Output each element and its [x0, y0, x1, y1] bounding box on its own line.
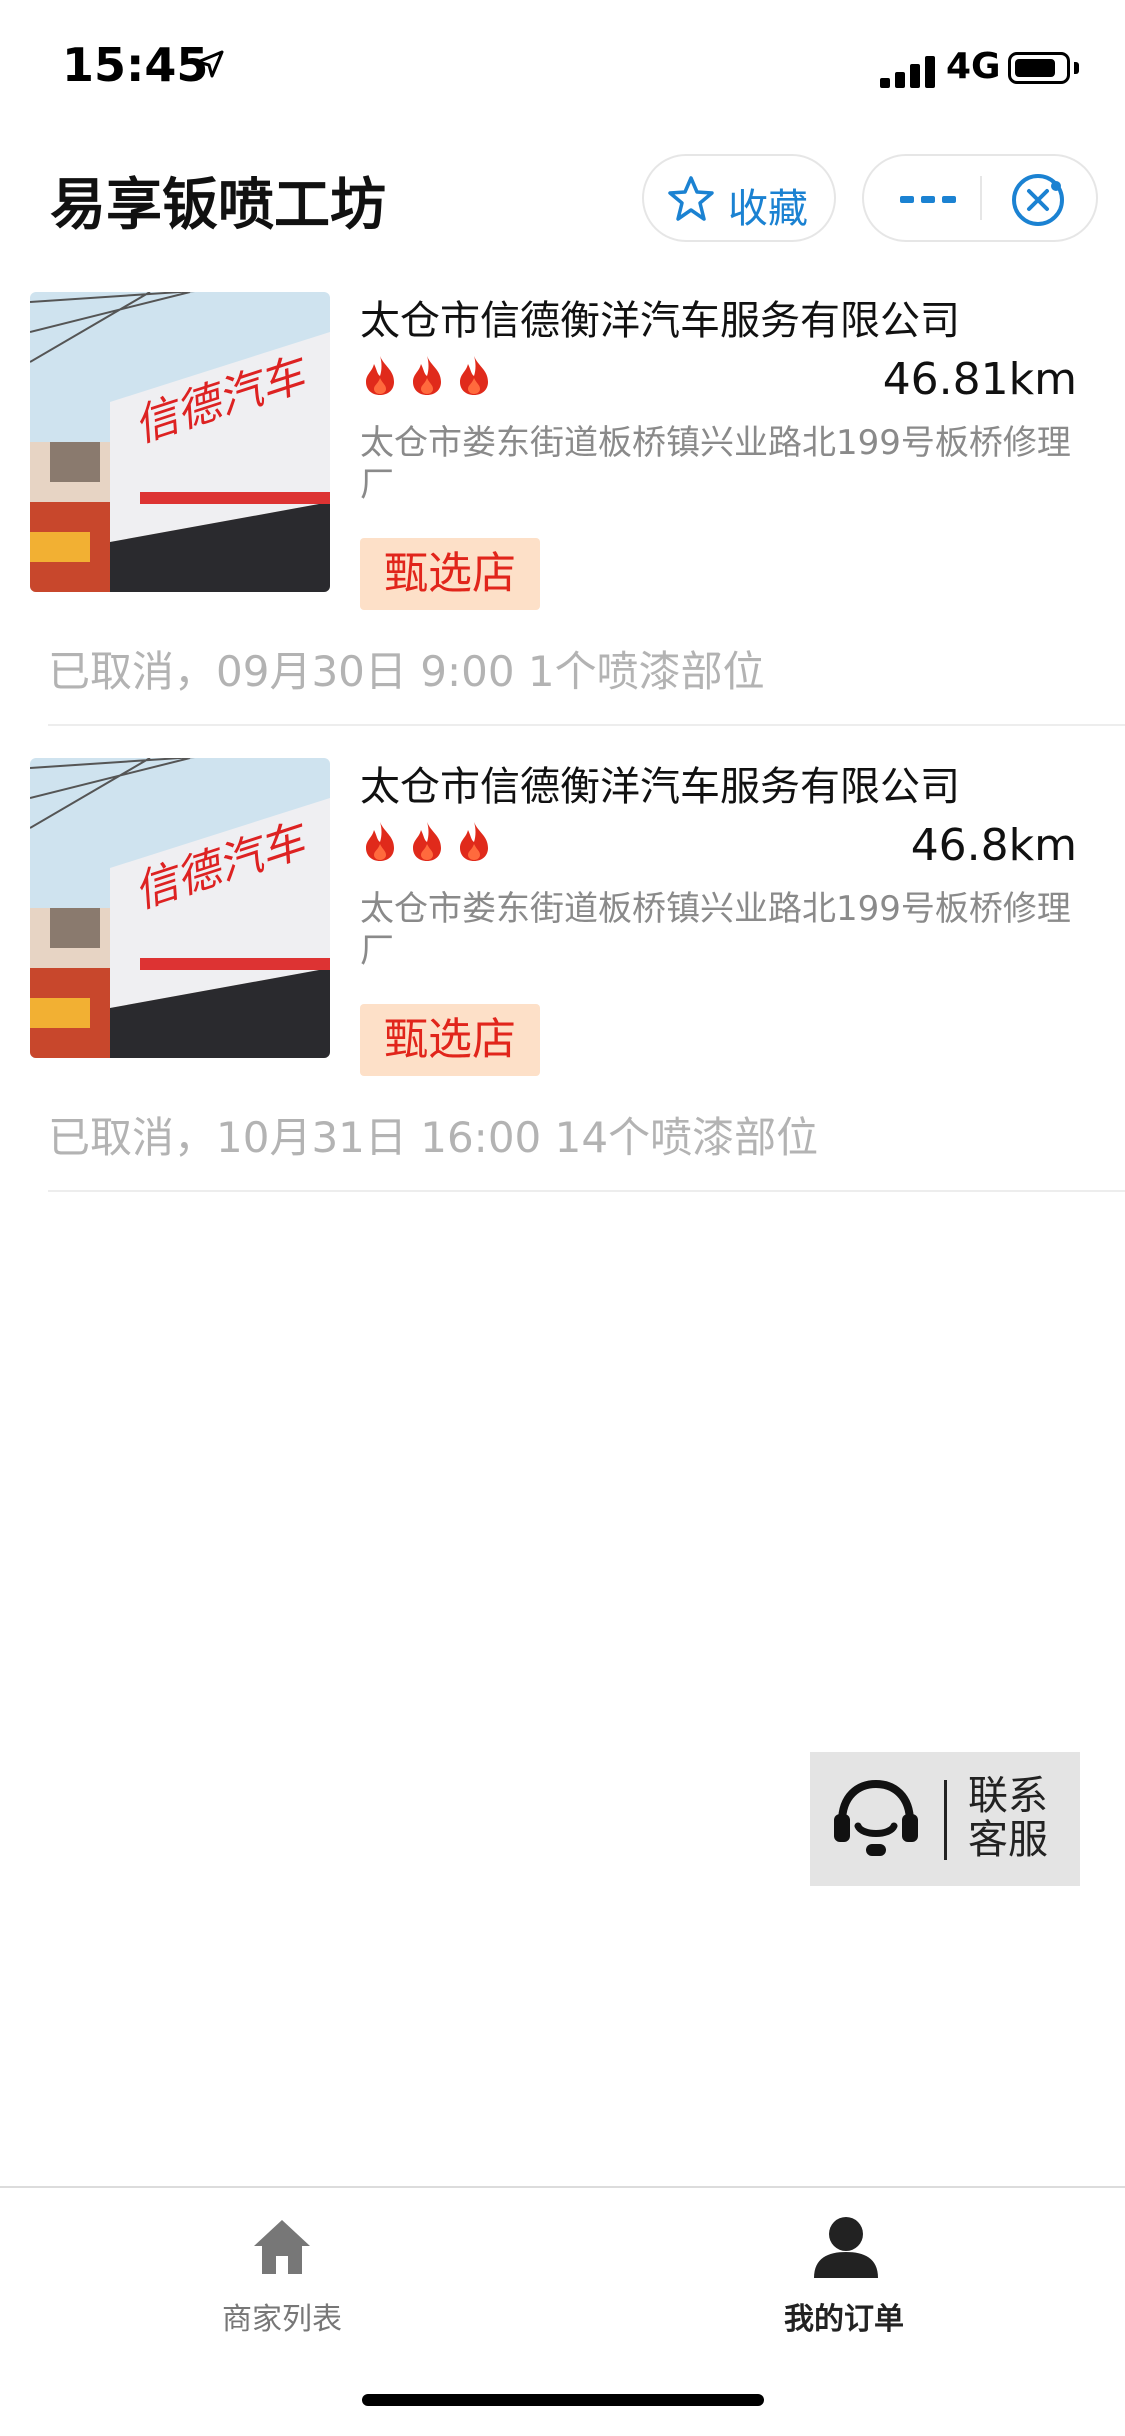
tab-label: 商家列表 [222, 2302, 342, 2337]
order-status: 已取消，09月30日 9:00 1个喷漆部位 [48, 647, 765, 696]
flame-icon [366, 822, 394, 861]
shop-photo: 信德汽车 [30, 758, 330, 1058]
signal-icon [880, 54, 936, 88]
shop-address: 太仓市娄东街道板桥镇兴业路北199号板桥修理厂 [360, 889, 1071, 971]
tab-my-orders[interactable]: 我的订单 [694, 2188, 994, 2338]
distance: 46.81km [882, 354, 1077, 405]
shop-photo: 信德汽车 [30, 292, 330, 592]
user-icon [814, 2217, 878, 2278]
home-icon [254, 2220, 310, 2274]
divider [48, 724, 1125, 726]
shop-address: 太仓市娄东街道板桥镇兴业路北199号板桥修理厂 [360, 423, 1071, 505]
featured-tag: 甄选店 [360, 538, 540, 610]
location-arrow-icon [196, 50, 224, 78]
star-icon [668, 176, 714, 221]
service-label-line1: 联系 [968, 1773, 1048, 1819]
flame-icon [460, 822, 489, 861]
distance: 46.8km [910, 820, 1077, 871]
favorite-label: 收藏 [728, 186, 808, 232]
headset-icon [834, 1779, 918, 1856]
status-time: 15:45 [62, 38, 209, 92]
service-divider [944, 1780, 947, 1860]
tab-shop-list[interactable]: 商家列表 [132, 2188, 432, 2338]
favorite-button[interactable]: 收藏 [642, 154, 836, 242]
flame-icon [413, 356, 442, 395]
battery-tip [1074, 62, 1079, 74]
more-icon[interactable] [898, 176, 958, 222]
order-status: 已取消，10月31日 16:00 14个喷漆部位 [48, 1113, 819, 1162]
featured-tag: 甄选店 [360, 1004, 540, 1076]
mini-program-capsule [862, 154, 1098, 242]
rating-flames [362, 820, 492, 862]
network-type: 4G [946, 46, 1001, 87]
divider [48, 1190, 1125, 1192]
tab-label: 我的订单 [784, 2302, 904, 2337]
flame-icon [460, 356, 489, 395]
flame-icon [413, 822, 442, 861]
capsule-divider [980, 176, 982, 220]
page-title: 易享钣喷工坊 [50, 173, 386, 238]
shop-name: 太仓市信德衡洋汽车服务有限公司 [360, 298, 960, 344]
service-label: 联系 客服 [968, 1774, 1048, 1862]
rating-flames [362, 354, 492, 396]
status-bar: 15:45 4G [0, 0, 1125, 140]
shop-name: 太仓市信德衡洋汽车服务有限公司 [360, 764, 960, 810]
contact-service-button[interactable]: 联系 客服 [810, 1752, 1080, 1886]
battery-icon [1008, 52, 1070, 84]
close-icon[interactable] [1008, 170, 1068, 230]
service-label-line2: 客服 [968, 1817, 1048, 1863]
home-indicator [362, 2394, 764, 2406]
flame-icon [366, 356, 394, 395]
